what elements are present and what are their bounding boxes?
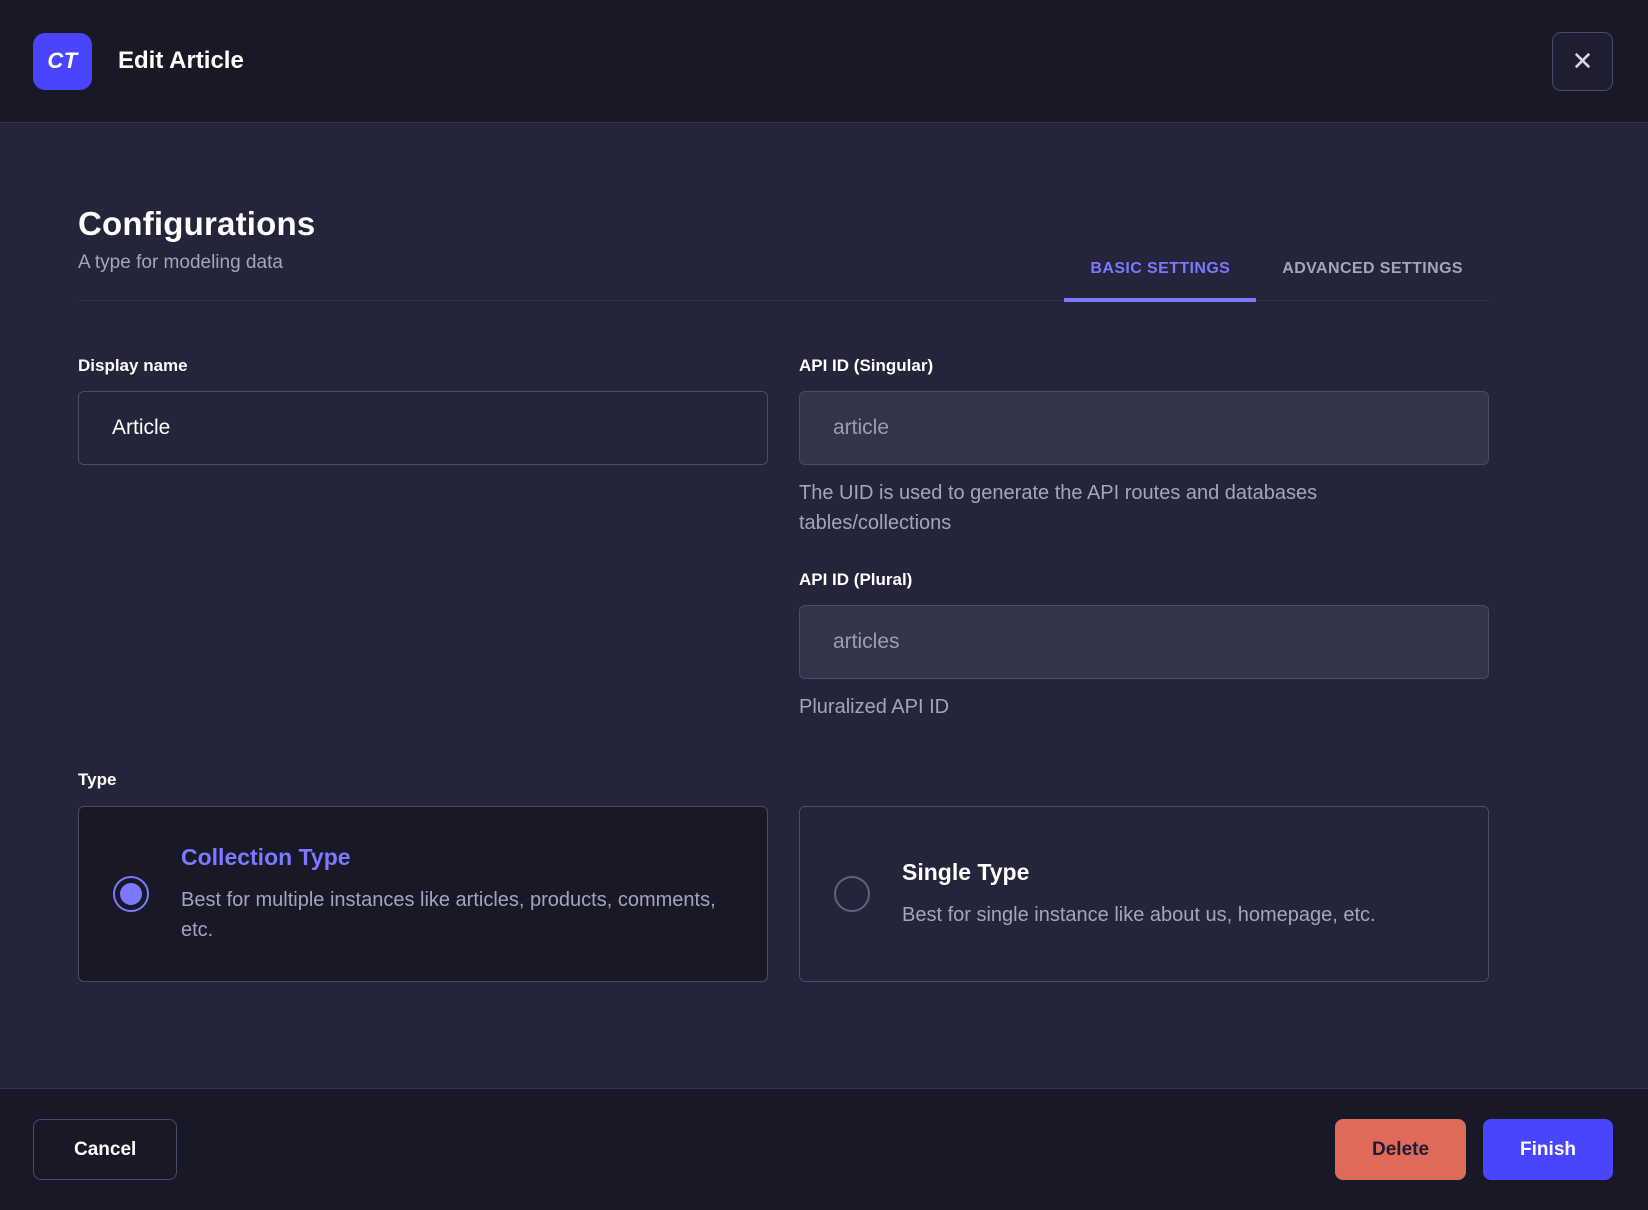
display-name-label: Display name (78, 356, 188, 375)
config-header: Configurations A type for modeling data … (78, 205, 1489, 302)
form-grid: Display name API ID (Singular) The UID i… (78, 356, 1489, 722)
collection-type-text: Collection Type Best for multiple instan… (181, 844, 726, 945)
single-type-text: Single Type Best for single instance lik… (902, 859, 1376, 930)
modal-title: Edit Article (118, 47, 244, 74)
type-section: Type Collection Type Best for multiple i… (78, 770, 1489, 983)
api-id-plural-field-block: API ID (Plural) Pluralized API ID (799, 570, 1489, 722)
form-column-left: Display name (78, 356, 768, 722)
collection-type-radio[interactable] (113, 876, 149, 913)
edit-content-type-modal: CT Edit Article ✕ Configurations A type … (0, 0, 1648, 1210)
single-type-card[interactable]: Single Type Best for single instance lik… (799, 806, 1489, 983)
single-type-radio[interactable] (834, 876, 870, 913)
display-name-field-block: Display name (78, 356, 768, 465)
display-name-input[interactable] (78, 391, 768, 465)
api-id-plural-label: API ID (Plural) (799, 569, 913, 589)
modal-header: CT Edit Article ✕ (0, 0, 1648, 123)
close-icon: ✕ (1571, 46, 1594, 76)
type-cards: Collection Type Best for multiple instan… (78, 806, 1489, 983)
single-type-description: Best for single instance like about us, … (902, 903, 1376, 926)
delete-button[interactable]: Delete (1335, 1119, 1467, 1180)
collection-type-title: Collection Type (181, 843, 351, 870)
api-id-plural-input[interactable] (799, 604, 1489, 679)
finish-button[interactable]: Finish (1483, 1119, 1613, 1180)
cancel-button[interactable]: Cancel (33, 1119, 178, 1180)
settings-tabs: BASIC SETTINGS ADVANCED SETTINGS (1064, 240, 1489, 302)
api-id-singular-hint: The UID is used to generate the API rout… (799, 482, 1318, 535)
close-button[interactable]: ✕ (1552, 31, 1613, 91)
modal-footer: Cancel Delete Finish (0, 1088, 1648, 1210)
tab-advanced-settings[interactable]: ADVANCED SETTINGS (1256, 240, 1489, 302)
radio-dot (841, 883, 863, 905)
content-type-badge: CT (33, 32, 92, 90)
form-column-right: API ID (Singular) The UID is used to gen… (799, 356, 1489, 722)
api-id-singular-label: API ID (Singular) (799, 356, 934, 375)
page-subtitle: A type for modeling data (78, 252, 283, 273)
single-type-title: Single Type (902, 858, 1030, 885)
modal-body: Configurations A type for modeling data … (0, 123, 1648, 1088)
collection-type-card[interactable]: Collection Type Best for multiple instan… (78, 806, 768, 983)
api-id-singular-field-block: API ID (Singular) The UID is used to gen… (799, 356, 1489, 539)
collection-type-description: Best for multiple instances like article… (181, 888, 716, 941)
tab-basic-settings[interactable]: BASIC SETTINGS (1064, 240, 1257, 302)
radio-dot (120, 883, 142, 906)
api-id-singular-input[interactable] (799, 391, 1489, 465)
page-title: Configurations (78, 205, 316, 242)
config-titles: Configurations A type for modeling data (78, 205, 315, 300)
type-label: Type (78, 770, 117, 790)
api-id-plural-hint: Pluralized API ID (799, 695, 950, 718)
